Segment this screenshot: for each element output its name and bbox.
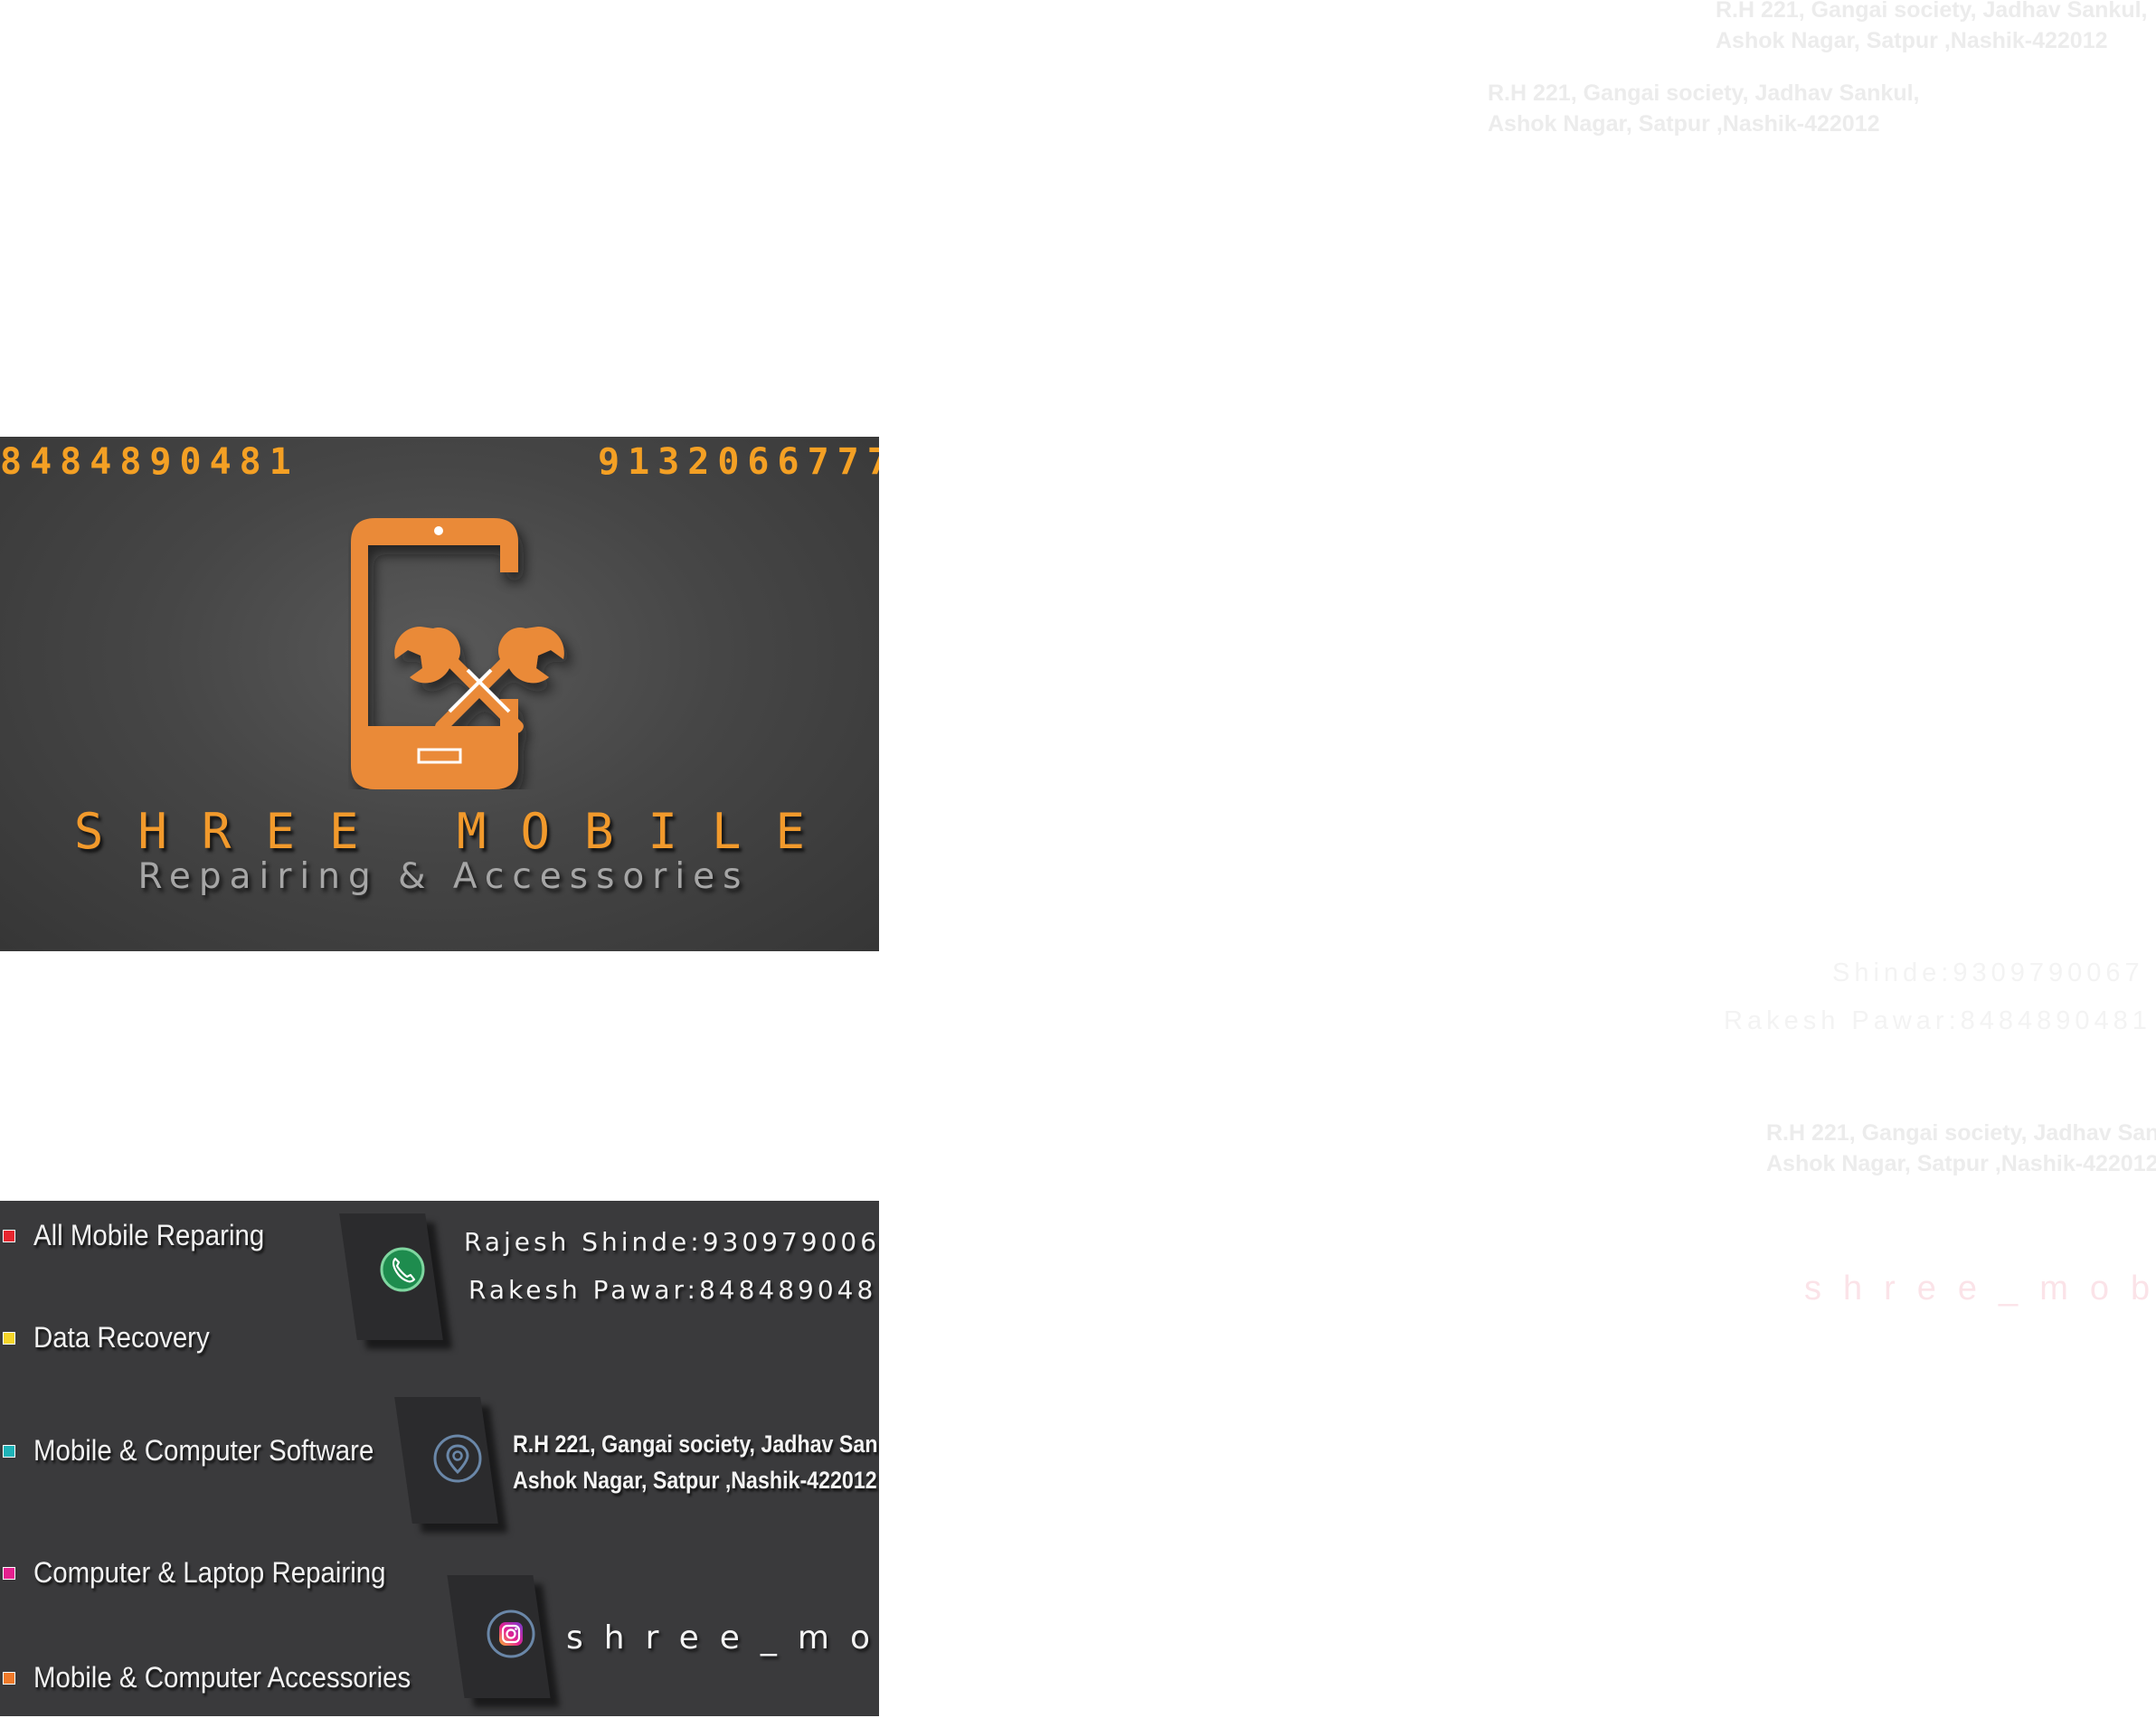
service-item: Mobile & Computer Software xyxy=(0,1434,403,1468)
phone-number-left: 8484890481 xyxy=(0,441,299,483)
phone-number-right: 9132066777 xyxy=(598,441,879,483)
contact-rajesh: Rajesh Shinde:9309790067 xyxy=(464,1227,879,1257)
ghost-address-top-1: R.H 221, Gangai society, Jadhav Sankul, … xyxy=(1716,0,2148,53)
service-bullet xyxy=(3,1566,15,1580)
service-bullet xyxy=(3,1444,15,1458)
mobile-repair-logo-icon xyxy=(351,518,564,789)
phone-icon xyxy=(380,1247,425,1292)
ghost-address-top-2: R.H 221, Gangai society, Jadhav Sankul, … xyxy=(1488,80,1920,137)
service-bullet xyxy=(3,1229,15,1242)
business-card-back: All Mobile Reparing Data Recovery Mobile… xyxy=(0,1201,879,1716)
ghost-address-mid: R.H 221, Gangai society, Jadhav Sankul, … xyxy=(1766,1120,2156,1176)
instagram-handle: shree_mobi xyxy=(566,1619,879,1657)
brand-tagline: Repairing & Accessories xyxy=(137,856,750,897)
contact-rakesh: Rakesh Pawar:8484890481 xyxy=(468,1275,879,1305)
ghost-contact-1: Shinde:9309790067 xyxy=(1832,958,2144,987)
service-item: All Mobile Reparing xyxy=(0,1219,284,1252)
business-card-front: 8484890481 9132066777 SHREE MOBILE Repai… xyxy=(0,437,879,951)
ghost-contact-2: Rakesh Pawar:8484890481 xyxy=(1724,1006,2151,1035)
service-item: Computer & Laptop Repairing xyxy=(0,1556,416,1590)
service-item: Mobile & Computer Accessories xyxy=(0,1661,444,1694)
service-bullet xyxy=(3,1671,15,1685)
service-item: Data Recovery xyxy=(0,1321,225,1355)
brand-name: SHREE MOBILE xyxy=(73,803,840,860)
service-bullet xyxy=(3,1331,15,1345)
instagram-icon xyxy=(487,1609,535,1658)
shop-address: R.H 221, Gangai society, Jadhav Sankul, … xyxy=(513,1430,879,1494)
location-pin-icon xyxy=(433,1434,482,1483)
ghost-instagram-handle: shree_mobi xyxy=(1804,1270,2156,1307)
